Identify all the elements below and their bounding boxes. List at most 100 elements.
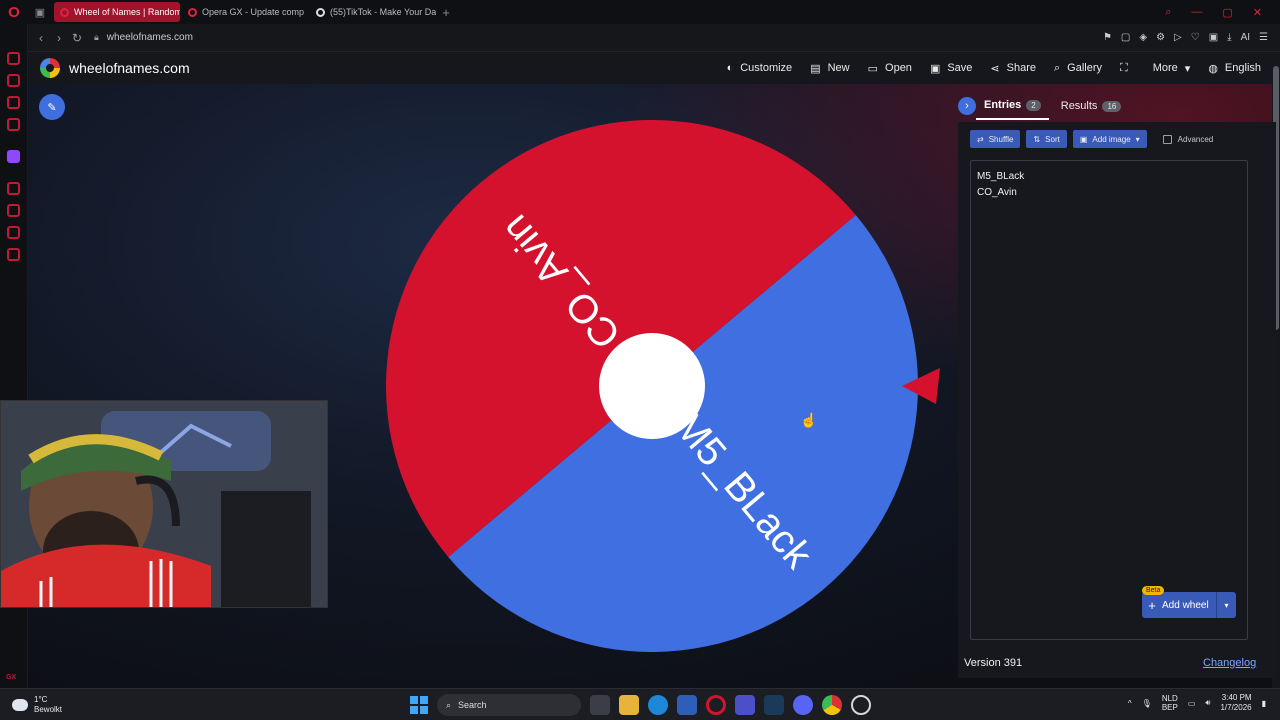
menu-item-label: English [1224, 62, 1261, 74]
chevron-up-icon[interactable]: ^ [1128, 699, 1132, 708]
volume-icon[interactable]: 🔊︎ [1205, 698, 1210, 708]
reload-icon[interactable]: ↻ [68, 31, 86, 45]
ai-icon[interactable]: AI [1241, 32, 1250, 43]
snapshot-icon[interactable]: ▢ [1121, 32, 1130, 43]
add-image-button[interactable]: ▣ Add image ▾ [1072, 130, 1147, 148]
app-icon[interactable] [735, 695, 755, 715]
minimize-icon[interactable]: — [1191, 6, 1202, 19]
menu-item-share[interactable]: ⋖ Share [981, 52, 1045, 84]
system-tray: ^ 🎙︎ NLD BEP ▭ 🔊︎ 3:40 PM 1/7/2026 ▮ [1128, 693, 1266, 713]
menu-item-fullscreen[interactable]: ⛶ [1111, 52, 1144, 84]
add-wheel-button[interactable]: + Add wheel ▾ [1142, 592, 1236, 618]
browser-tab-opera[interactable]: Opera GX - Update comp [182, 2, 308, 22]
settings-gear-icon[interactable] [851, 695, 871, 715]
wallet-icon[interactable]: ▣ [1209, 32, 1218, 43]
tab-results[interactable]: Results 16 [1053, 92, 1130, 120]
beta-badge: Beta [1142, 586, 1165, 595]
notification-icon[interactable]: ▮ [1262, 699, 1266, 708]
url-field[interactable]: wheelofnames.com [107, 32, 193, 43]
tab-entries-label: Entries [984, 99, 1022, 111]
back-icon[interactable]: ‹ [32, 31, 50, 45]
image-icon: ▣ [1079, 134, 1088, 144]
browser-tab-strip: O ▣ Wheel of Names | Random Opera GX - U… [0, 0, 1280, 24]
bag-icon[interactable] [7, 74, 20, 87]
entries-textarea[interactable]: M5_BLack CO_Avin [970, 160, 1248, 640]
tab-label: Opera GX - Update comp [202, 7, 305, 17]
settings-icon[interactable] [7, 248, 20, 261]
streamer-webcam-image [1, 401, 327, 607]
forward-icon[interactable]: › [50, 31, 68, 45]
download-icon[interactable]: ⤓ [1227, 32, 1231, 43]
language-indicator[interactable]: NLD BEP [1162, 694, 1178, 712]
tab-label: (55)TikTok - Make Your Da [330, 7, 436, 17]
lock-icon: 🔒︎ [94, 32, 99, 42]
discord-icon[interactable] [793, 695, 813, 715]
tab-entries[interactable]: Entries 2 [976, 92, 1049, 120]
tab-menu-icon[interactable]: ▣ [28, 6, 52, 19]
entry-line: M5_BLack [977, 171, 1025, 182]
entry-line: CO_Avin [977, 187, 1017, 198]
clock[interactable]: 3:40 PM 1/7/2026 [1220, 693, 1251, 713]
bookmark-icon[interactable]: ⚑ [1103, 32, 1112, 43]
advanced-checkbox[interactable]: Advanced [1162, 134, 1213, 144]
wheel-center-button[interactable] [599, 333, 705, 439]
new-tab-button[interactable]: + [436, 5, 456, 20]
gx-icon[interactable]: GX [6, 674, 16, 681]
shuffle-button[interactable]: ⇄ Shuffle [970, 130, 1021, 148]
heart-icon[interactable]: ♡ [1191, 32, 1200, 43]
opera-gx-icon[interactable] [706, 695, 726, 715]
browser-tab-wheel[interactable]: Wheel of Names | Random [54, 2, 180, 22]
entries-count-badge: 2 [1026, 99, 1041, 111]
windows-start-icon[interactable] [410, 696, 428, 714]
menu-item-label: Gallery [1067, 62, 1103, 74]
browser-tab-tiktok[interactable]: (55)TikTok - Make Your Da [310, 2, 436, 22]
clock-time: 3:40 PM [1221, 693, 1252, 702]
fullscreen-icon: ⛶ [1120, 61, 1128, 74]
shield-icon[interactable]: ◈ [1139, 32, 1147, 43]
shuffle-icon: ⇄ [977, 134, 984, 144]
menu-item-gallery[interactable]: ⌕ Gallery [1045, 52, 1111, 84]
address-bar-tools: ⚑ ▢ ◈ ⚙ ▷ ♡ ▣ ⤓ AI ☰ [1103, 32, 1280, 43]
cloud-icon [12, 698, 28, 711]
taskbar-search[interactable]: ⌕ Search [437, 694, 581, 716]
weather-temp: 1°C [34, 694, 48, 704]
weather-widget[interactable]: 1°C Bewolkt [0, 695, 62, 715]
menu-item-english[interactable]: ◍ English [1199, 52, 1270, 84]
file-explorer-icon[interactable] [619, 695, 639, 715]
close-icon[interactable]: ✕ [1253, 6, 1262, 19]
collapse-panel-button[interactable]: › [958, 97, 976, 115]
gx-control-icon[interactable] [7, 52, 20, 65]
address-bar: ‹ › ↻ 🔒︎ wheelofnames.com ⚑ ▢ ◈ ⚙ ▷ ♡ ▣ … [28, 24, 1280, 52]
entries-box: ⇄ Shuffle ⇅ Sort ▣ Add image ▾ Advanced M5_B… [958, 122, 1276, 678]
menu-icon[interactable]: ☰ [1259, 32, 1268, 43]
extensions-icon[interactable] [7, 226, 20, 239]
settings-icon[interactable]: ⚙ [1156, 32, 1165, 43]
maximize-icon[interactable]: ▢ [1222, 6, 1232, 19]
store-icon[interactable] [677, 695, 697, 715]
player-icon[interactable] [7, 182, 20, 195]
edge-icon[interactable] [648, 695, 668, 715]
messenger-icon[interactable] [7, 96, 20, 109]
opera-logo-icon[interactable]: O [0, 0, 28, 24]
add-wheel-dropdown[interactable]: ▾ [1216, 592, 1236, 618]
sort-button[interactable]: ⇅ Sort [1026, 130, 1067, 148]
steam-icon[interactable] [764, 695, 784, 715]
news-icon[interactable] [7, 118, 20, 131]
search-tabs-icon[interactable]: ⌕ [1165, 6, 1171, 19]
tab-label: Wheel of Names | Random [74, 7, 180, 17]
changelog-link[interactable]: Changelog [1203, 657, 1256, 669]
microphone-icon[interactable]: 🎙︎ [1142, 699, 1152, 708]
clock-date: 1/7/2026 [1220, 703, 1252, 712]
chrome-icon[interactable] [822, 695, 842, 715]
checkbox-icon [1162, 134, 1172, 144]
play-icon[interactable]: ▷ [1174, 32, 1182, 43]
lang-top: NLD [1161, 694, 1178, 703]
search-icon: ⌕ [446, 699, 452, 710]
menu-item-more[interactable]: More ▾ [1144, 52, 1200, 84]
network-icon[interactable]: ▭ [1188, 699, 1196, 708]
task-view-icon[interactable] [590, 695, 610, 715]
lang-bottom: BEP [1161, 703, 1178, 712]
history-icon[interactable] [7, 204, 20, 217]
twitch-icon[interactable] [7, 150, 20, 163]
search-label: Search [458, 700, 487, 710]
